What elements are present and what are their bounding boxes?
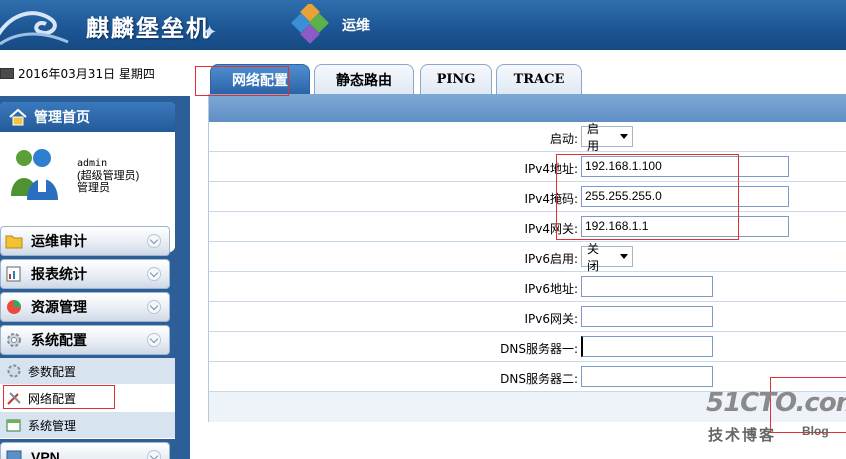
window-icon: [6, 419, 21, 432]
tab-network-config-label: 网络配置: [232, 71, 288, 88]
home-icon: [9, 108, 27, 126]
menu-resources-label: 资源管理: [31, 299, 87, 315]
tab-bar: 网络配置 静态路由 PING TRACE: [190, 50, 846, 96]
user-group: 管理员: [77, 182, 110, 194]
tab-ping-label: PING: [436, 72, 476, 87]
dragon-logo-icon: [0, 11, 69, 46]
form-row-ipv6-enable: IPv6启用: 关闭: [209, 242, 846, 273]
tab-trace[interactable]: TRACE: [496, 64, 582, 94]
form-row-ipv4-address: IPv4地址: 192.168.1.100: [209, 152, 846, 182]
ipv6-enable-select[interactable]: 关闭: [581, 242, 633, 273]
form-row-enable: 启动: 启用: [209, 122, 846, 153]
system-config-submenu: 参数配置 网络配置 系统管理: [0, 358, 175, 439]
menu-reports-label: 报表统计: [31, 266, 87, 282]
form-row-ipv6-address: IPv6地址:: [209, 272, 846, 302]
ipv6-enable-select-value: 关闭: [587, 241, 600, 273]
menu-vpn[interactable]: VPN: [0, 442, 170, 459]
chevron-down-icon: [147, 234, 161, 248]
user-name: admin: [77, 158, 108, 169]
cubes-icon: [291, 4, 329, 44]
enable-select[interactable]: 启用: [581, 122, 633, 153]
dns1-input[interactable]: [581, 336, 713, 357]
ipv4-gateway-label: IPv4网关:: [524, 222, 578, 236]
home-title: 管理首页: [34, 109, 90, 125]
ipv4-address-label: IPv4地址:: [524, 162, 578, 176]
sidebar: 2016年03月31日 星期四 管理首页 admin (超级管理员) 管理员 运…: [0, 50, 190, 459]
menu-system-config[interactable]: 系统配置: [0, 325, 170, 355]
user-role: (超级管理员): [77, 170, 140, 182]
folder-icon: [5, 235, 23, 249]
submenu-param-config[interactable]: 参数配置: [0, 358, 175, 385]
user-info: admin (超级管理员) 管理员: [77, 158, 139, 194]
panel-header: [209, 94, 846, 122]
form-row-dns1: DNS服务器一:: [209, 332, 846, 362]
enable-label: 启动:: [549, 132, 578, 146]
ipv6-address-input[interactable]: [581, 276, 713, 297]
ipv4-gateway-input[interactable]: 192.168.1.1: [581, 216, 789, 237]
ipv4-mask-label: IPv4掩码:: [524, 192, 578, 206]
tab-network-config[interactable]: 网络配置: [210, 64, 310, 94]
ipv6-address-label: IPv6地址:: [524, 282, 578, 296]
dns1-label: DNS服务器一:: [500, 342, 578, 356]
form-row-ipv4-gateway: IPv4网关: 192.168.1.1: [209, 212, 846, 242]
ipv4-address-input[interactable]: 192.168.1.100: [581, 156, 789, 177]
menu-ops-audit[interactable]: 运维审计: [0, 226, 170, 256]
watermark: 51CTO.com 技术博客 Blog: [706, 388, 846, 448]
tools-icon: [7, 392, 21, 405]
menu-system-config-label: 系统配置: [31, 332, 87, 348]
tab-ping[interactable]: PING: [420, 64, 492, 94]
chevron-down-icon: [147, 300, 161, 314]
menu-resources[interactable]: 资源管理: [0, 292, 170, 322]
menu-reports[interactable]: 报表统计: [0, 259, 170, 289]
tab-trace-label: TRACE: [513, 72, 565, 87]
users-avatar-icon: [11, 149, 58, 200]
dropdown-arrow-icon: [620, 254, 628, 259]
app-header: 麒麟堡垒机 ✦ 运维: [0, 0, 846, 50]
tab-static-route-label: 静态路由: [336, 71, 392, 88]
submenu-system-manage-label: 系统管理: [28, 418, 77, 433]
dns2-label: DNS服务器二:: [500, 372, 578, 386]
current-date: 2016年03月31日 星期四: [18, 66, 155, 81]
chevron-down-icon: [147, 333, 161, 347]
chevron-down-icon: [147, 267, 161, 281]
watermark-tagline: 技术博客: [708, 427, 777, 444]
gear-icon: [7, 333, 21, 347]
gear-icon: [7, 364, 21, 378]
submenu-network-config[interactable]: 网络配置: [0, 385, 175, 412]
vpn-icon: [6, 450, 22, 459]
chevron-down-icon: [147, 450, 161, 459]
menu-vpn-label: VPN: [31, 449, 60, 459]
form-row-ipv6-gateway: IPv6网关:: [209, 302, 846, 332]
network-config-panel: 启动: 启用 IPv4地址: 192.168.1.100 IPv4掩码: 255…: [208, 94, 846, 422]
monitor-icon: [0, 67, 14, 79]
ipv6-enable-label: IPv6启用:: [524, 252, 578, 266]
ipv4-mask-input[interactable]: 255.255.255.0: [581, 186, 789, 207]
report-icon: [6, 266, 21, 282]
tab-static-route[interactable]: 静态路由: [314, 64, 414, 94]
resource-icon: [7, 300, 21, 314]
enable-select-value: 启用: [587, 121, 600, 153]
ipv6-gateway-input[interactable]: [581, 306, 713, 327]
submenu-network-config-label: 网络配置: [28, 391, 77, 406]
submenu-param-config-label: 参数配置: [28, 364, 77, 379]
dns2-input[interactable]: [581, 366, 713, 387]
logo-title: 麒麟堡垒机: [86, 15, 211, 42]
submenu-system-manage[interactable]: 系统管理: [0, 412, 175, 439]
sparkle-icon: ✦: [202, 22, 218, 42]
watermark-site: 51CTO.com: [706, 388, 846, 418]
ipv6-gateway-label: IPv6网关:: [524, 312, 578, 326]
home-header[interactable]: 管理首页: [0, 102, 175, 132]
form-row-ipv4-mask: IPv4掩码: 255.255.255.0: [209, 182, 846, 212]
date-bar: 2016年03月31日 星期四: [0, 50, 190, 96]
module-label[interactable]: 运维: [342, 15, 370, 35]
dropdown-arrow-icon: [620, 134, 628, 139]
watermark-blog: Blog: [802, 424, 829, 438]
menu-ops-audit-label: 运维审计: [31, 233, 87, 249]
